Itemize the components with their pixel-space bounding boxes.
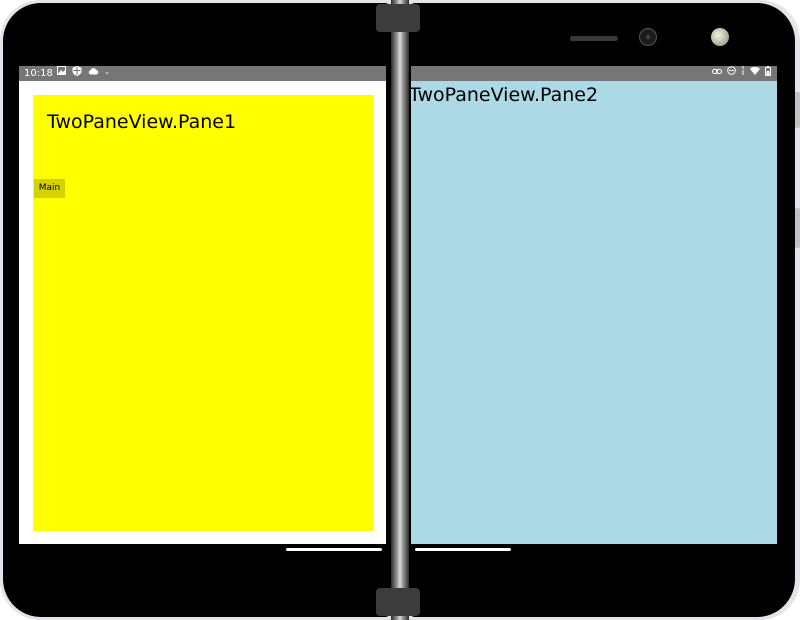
dot-icon: [105, 66, 109, 81]
volume-button: [795, 92, 800, 128]
right-screen: TwoPaneView.Pane2: [411, 66, 777, 544]
gesture-handle-right[interactable]: [415, 548, 511, 551]
battery-icon: [765, 66, 771, 82]
pane1: TwoPaneView.Pane1 Main: [33, 95, 373, 531]
earpiece-speaker: [570, 36, 618, 41]
link-icon: [712, 66, 722, 81]
hinge-cap-bottom: [376, 588, 420, 616]
do-not-disturb-icon: [727, 66, 736, 81]
hinge-cap-top: [376, 4, 420, 32]
status-bar-left: 10:18: [19, 66, 386, 81]
signal-icon: [741, 66, 745, 81]
power-button: [795, 208, 800, 248]
pane2-title: TwoPaneView.Pane2: [411, 84, 599, 106]
left-screen: 10:18 TwoPaneView.Pane1 Main: [19, 66, 386, 544]
shield-icon: [72, 66, 82, 82]
wifi-icon: [750, 66, 760, 81]
cloud-icon: [88, 66, 99, 81]
image-icon: [57, 66, 66, 81]
gesture-handle-left[interactable]: [286, 548, 382, 551]
pane1-title: TwoPaneView.Pane1: [47, 111, 237, 133]
light-sensor-icon: [711, 28, 729, 46]
status-time: 10:18: [24, 68, 53, 79]
status-bar-right: [411, 66, 777, 81]
device-hinge: [391, 0, 409, 620]
main-button[interactable]: Main: [34, 179, 65, 198]
front-camera-icon: [639, 28, 657, 46]
